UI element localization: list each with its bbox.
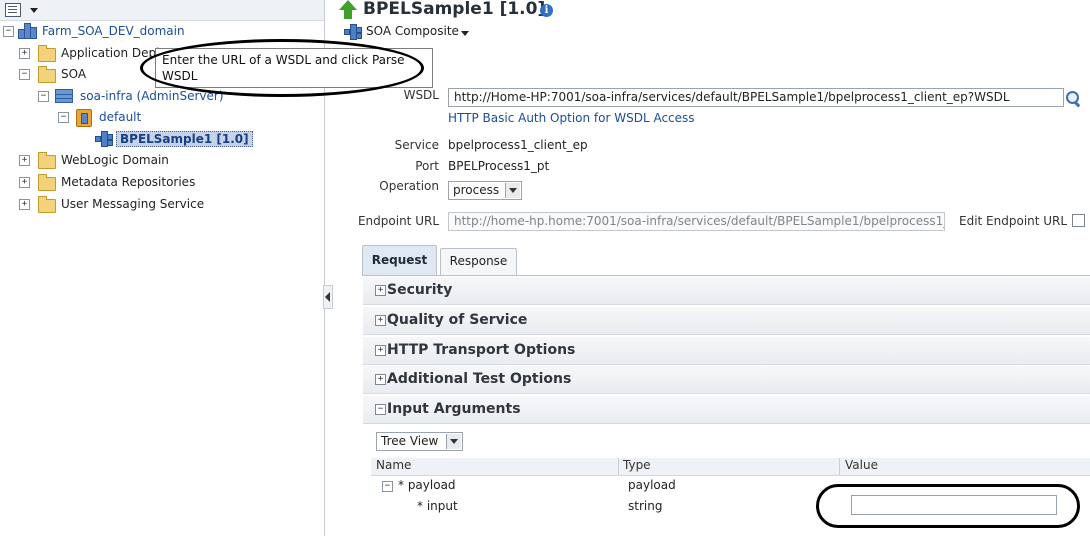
chevron-down-icon[interactable] (30, 8, 38, 13)
farm-icon (18, 23, 37, 39)
port-value: BPELProcess1_pt (448, 159, 550, 173)
partition-icon (76, 109, 92, 127)
column-type[interactable]: Type (623, 458, 651, 475)
arg-name-payload: * payload (398, 478, 456, 492)
info-icon[interactable]: i (540, 4, 553, 17)
tree-expander-weblogic[interactable]: + (19, 155, 30, 166)
soa-composite-menu[interactable]: SOA Composite (366, 24, 459, 38)
grid-header (371, 458, 1090, 476)
tree-expander-app-deployments[interactable]: + (19, 48, 30, 59)
column-value[interactable]: Value (845, 458, 878, 475)
tree-expander-payload[interactable]: − (382, 481, 393, 492)
expand-icon[interactable]: + (375, 374, 386, 385)
view-mode-value: Tree View (381, 434, 439, 448)
expand-icon[interactable]: + (375, 345, 386, 356)
tree-expander-metadata[interactable]: + (19, 177, 30, 188)
folder-icon (38, 196, 56, 213)
tree-item-user-messaging-service[interactable]: User Messaging Service (61, 197, 204, 211)
column-divider (839, 458, 840, 475)
section-quality-of-service[interactable]: + Quality of Service (363, 307, 1090, 335)
section-title: Input Arguments (387, 401, 521, 417)
up-arrow-icon[interactable] (339, 0, 357, 20)
composite-icon (344, 24, 362, 40)
section-title: HTTP Transport Options (387, 342, 576, 358)
page-title: BPELSample1 [1.0] (363, 0, 546, 19)
section-input-arguments[interactable]: − Input Arguments (363, 396, 1090, 424)
tab-request[interactable]: Request (362, 245, 437, 275)
operation-select-value: process (453, 183, 500, 197)
folder-icon (38, 152, 56, 169)
chevron-down-icon[interactable] (505, 183, 520, 198)
tree-menu-icon[interactable] (5, 3, 21, 17)
endpoint-url-input: http://home-hp.home:7001/soa-infra/servi… (448, 212, 945, 231)
tree-item-metadata-repositories[interactable]: Metadata Repositories (61, 175, 195, 189)
soa-infra-icon (55, 89, 73, 103)
wsdl-label: WSDL (403, 88, 439, 102)
tab-strip-line (362, 275, 1090, 276)
expand-icon[interactable]: + (375, 315, 386, 326)
tree-item-soa[interactable]: SOA (61, 67, 86, 81)
collapse-icon[interactable]: − (375, 404, 386, 415)
tree-item-farm[interactable]: Farm_SOA_DEV_domain (42, 24, 185, 38)
tree-item-bpelsample1[interactable]: BPELSample1 [1.0] (116, 131, 253, 147)
annotation-highlight-value (816, 484, 1080, 528)
endpoint-url-label: Endpoint URL (357, 214, 439, 228)
arg-type-input: string (628, 499, 663, 513)
column-name[interactable]: Name (376, 458, 411, 475)
search-icon[interactable] (1065, 90, 1081, 106)
tree-item-weblogic-domain[interactable]: WebLogic Domain (61, 153, 169, 167)
section-title: Security (387, 282, 453, 298)
operation-select[interactable]: process (448, 181, 522, 200)
service-value: bpelprocess1_client_ep (448, 138, 588, 152)
chevron-down-icon[interactable] (446, 434, 461, 449)
tree-expander-default[interactable]: − (58, 112, 69, 123)
content-pane: BPELSample1 [1.0] i SOA Composite WSDL h… (331, 0, 1090, 536)
folder-icon (38, 45, 56, 62)
tree-expander-soa-infra[interactable]: − (38, 91, 49, 102)
tree-toolbar (0, 0, 324, 21)
arg-name-input: * input (417, 499, 458, 513)
section-title: Additional Test Options (387, 371, 572, 387)
arg-type-payload: payload (628, 478, 676, 492)
service-label: Service (394, 138, 439, 152)
edit-endpoint-url-label: Edit Endpoint URL (959, 214, 1068, 228)
section-security[interactable]: + Security (363, 277, 1090, 305)
column-divider (618, 458, 619, 475)
chevron-down-icon[interactable] (461, 31, 469, 36)
http-basic-auth-link[interactable]: HTTP Basic Auth Option for WSDL Access (448, 111, 695, 125)
folder-icon (38, 174, 56, 191)
tree-expander-soa[interactable]: − (19, 69, 30, 80)
expand-icon[interactable]: + (375, 285, 386, 296)
tab-response[interactable]: Response (440, 248, 517, 275)
folder-icon (38, 66, 56, 83)
port-label: Port (415, 159, 439, 173)
view-mode-select[interactable]: Tree View (376, 432, 463, 451)
annotation-highlight-tooltip (140, 39, 424, 97)
section-title: Quality of Service (387, 312, 528, 328)
tree-item-default[interactable]: default (99, 110, 141, 124)
edit-endpoint-url-checkbox[interactable] (1072, 214, 1085, 227)
tree-expander-user-messaging[interactable]: + (19, 199, 30, 210)
wsdl-url-input[interactable]: http://Home-HP:7001/soa-infra/services/d… (448, 88, 1064, 107)
operation-label: Operation (379, 179, 439, 193)
composite-icon (95, 131, 113, 147)
tree-expander-root[interactable]: − (3, 26, 14, 37)
section-additional-test-options[interactable]: + Additional Test Options (363, 366, 1090, 394)
section-http-transport-options[interactable]: + HTTP Transport Options (363, 337, 1090, 365)
